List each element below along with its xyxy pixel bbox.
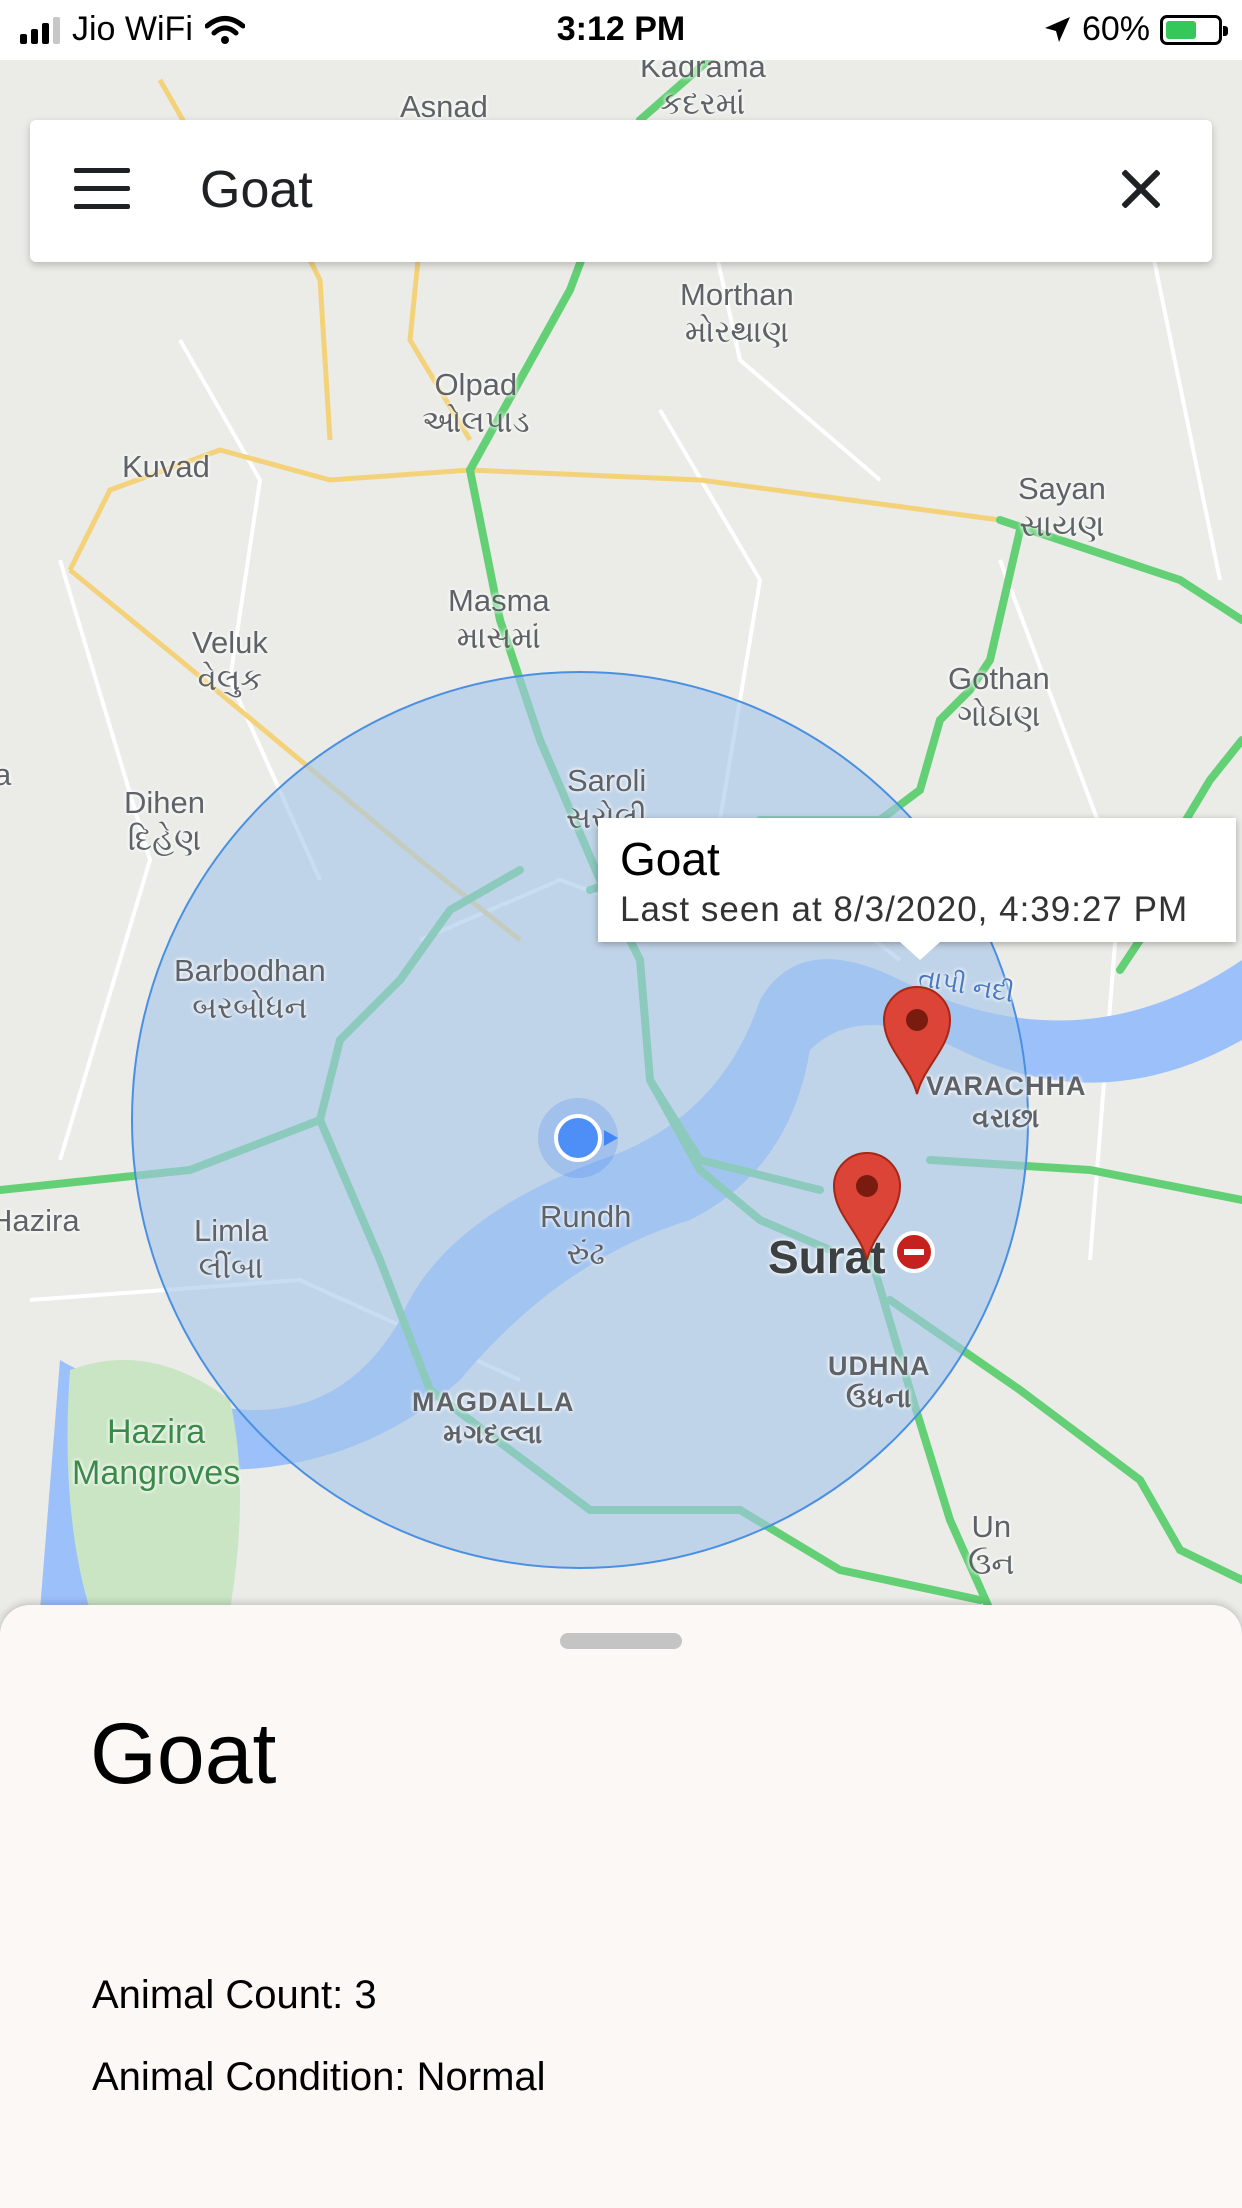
place-sayan: Sayan સાયણ [1018,471,1106,544]
animal-condition: Animal Condition: Normal [92,2055,546,2099]
bottom-sheet[interactable]: Goat Animal Count: 3 Animal Condition: N… [0,1605,1242,2208]
battery-fill [1166,20,1196,39]
location-arrow-icon [1044,16,1070,42]
battery-percent: 60% [1081,10,1150,48]
map-marker-alert-icon[interactable] [892,1230,936,1274]
place-hazira: Hazira [0,1203,80,1238]
place-limla: Limla લીંબા [194,1213,269,1286]
status-right: 60% [1042,10,1228,49]
menu-icon[interactable] [74,168,130,210]
place-kuvad: Kuvad [122,449,210,484]
sheet-title: Goat [90,1706,277,1802]
place-kadrama: Kadrama કદરમાં [640,60,766,122]
place-dihen: Dihen દિહેણ [124,785,205,858]
search-bar[interactable]: Goat [30,120,1212,262]
place-un: Un ઉન [968,1509,1015,1582]
place-barbodhan: Barbodhan બરબોધન [174,953,326,1026]
info-window-last-seen: Last seen at 8/3/2020, 4:39:27 PM [620,890,1189,929]
map-marker-goat-1[interactable] [880,984,954,1096]
place-gothan: Gothan ગોઠાણ [948,661,1050,734]
status-bar: Jio WiFi 3:12 PM 60% [0,0,1242,60]
battery-nub [1223,25,1228,36]
sheet-drag-handle[interactable] [560,1633,682,1649]
place-a: a [0,757,12,792]
animal-count: Animal Count: 3 [92,1973,377,2017]
place-magdalla: MAGDALLA મગદલ્લા [412,1387,575,1450]
place-morthan: Morthan મોરથાણ [680,277,794,350]
place-veluk: Veluk વેલુક [192,625,268,698]
place-udhna: UDHNA ઉધના [828,1351,931,1414]
marker-info-window[interactable]: Goat Last seen at 8/3/2020, 4:39:27 PM [598,818,1236,960]
place-hazira-mangroves: Hazira Mangroves [72,1413,241,1492]
place-olpad: Olpad ઓલપાડ [422,367,530,440]
search-input[interactable]: Goat [200,160,313,220]
place-masma: Masma માસમાં [448,583,550,656]
info-window-title: Goat [620,833,720,885]
close-icon[interactable] [1110,158,1172,220]
battery-charging-icon [1160,14,1228,45]
place-rundh: Rundh રુંઢ [540,1199,632,1272]
